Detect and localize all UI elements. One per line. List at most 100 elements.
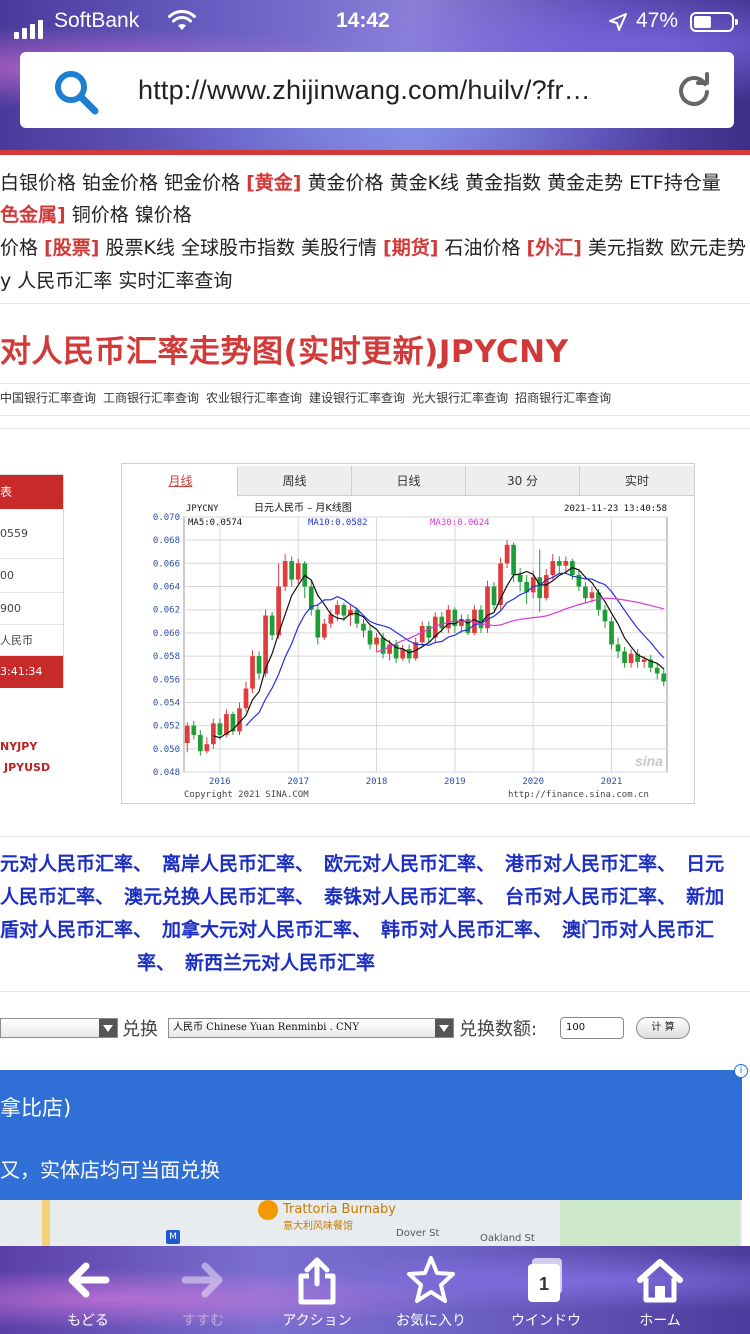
nav-link-text[interactable]: 石油价格 [438, 237, 526, 259]
nav-category-tag[interactable]: [期货] [383, 237, 438, 259]
cellular-signal-icon [14, 13, 46, 39]
amount-input[interactable]: 100 [560, 1017, 624, 1039]
candle-body [315, 609, 321, 638]
y-tick-label: 0.052 [153, 722, 180, 732]
candle-body [204, 744, 210, 752]
nav-line[interactable]: 白银价格 铂金价格 钯金价格 [黄金] 黄金价格 黄金K线 黄金指数 黄金走势 … [0, 168, 721, 198]
nav-link-text[interactable]: 白银价格 铂金价格 钯金价格 [0, 172, 246, 194]
nav-link-text[interactable]: 铜价格 镍价格 [66, 204, 192, 226]
currency-rate-link[interactable]: 率、 [137, 952, 175, 974]
currency-link-row[interactable]: 人民币汇率、 澳元兑换人民币汇率、 泰铢对人民币汇率、 台币对人民币汇率、 新加 [0, 881, 734, 914]
tab-realtime[interactable]: 实时 [580, 466, 694, 496]
bank-rate-link[interactable]: 招商银行汇率查询 [515, 391, 611, 405]
reload-icon[interactable] [676, 72, 712, 108]
back-button[interactable]: もどる [38, 1254, 138, 1332]
currency-rate-link[interactable]: 人民币汇率、 [0, 886, 114, 908]
currency-link-row[interactable]: 元对人民币汇率、 离岸人民币汇率、 欧元对人民币汇率、 港币对人民币汇率、 日元 [0, 848, 734, 881]
tab-30min[interactable]: 30 分 [466, 466, 580, 496]
address-bar[interactable]: http://www.zhijinwang.com/huilv/?fr… [20, 52, 734, 128]
nav-line[interactable]: 色金属] 铜价格 镍价格 [0, 200, 192, 230]
rate-table-cell: 0559 [0, 509, 63, 559]
rate-table-cell: 00 [0, 559, 63, 593]
rate-link[interactable]: NYJPY [0, 740, 37, 753]
chart-symbol: JPYCNY [186, 504, 219, 514]
bank-links[interactable]: 中国银行汇率查询 工商银行汇率查询 农业银行汇率查询 建设银行汇率查询 光大银行汇率查询… [0, 389, 618, 406]
x-tick-label: 2016 [209, 777, 231, 787]
forward-button[interactable]: すすむ [153, 1254, 253, 1332]
bank-rate-link[interactable]: 建设银行汇率查询 [309, 391, 405, 405]
ad-description[interactable]: 又，实体店均可当面兑换 [0, 1154, 220, 1183]
nav-link-text[interactable]: 价格 [0, 237, 44, 259]
battery-icon [690, 12, 738, 32]
candle-body [563, 561, 569, 566]
y-tick-label: 0.056 [153, 675, 180, 685]
nav-link-text[interactable]: 股票K线 全球股市指数 美股行情 [99, 237, 383, 259]
nav-link-text[interactable]: y 人民币汇率 实时汇率查询 [0, 270, 232, 292]
nav-link-text[interactable]: 黄金价格 黄金K线 黄金指数 黄金走势 ETF持仓量 [302, 172, 721, 194]
home-button[interactable]: ホーム [610, 1254, 710, 1332]
search-icon[interactable] [52, 68, 100, 116]
favorites-button[interactable]: お気に入り [381, 1254, 481, 1332]
currency-link-row[interactable]: 率、 新西兰元对人民币汇率 [137, 947, 385, 980]
calculate-button[interactable]: 计 算 [636, 1017, 690, 1039]
map-place-name: Trattoria Burnaby [283, 1202, 396, 1217]
nav-line[interactable]: 价格 [股票] 股票K线 全球股市指数 美股行情 [期货] 石油价格 [外汇] … [0, 233, 746, 263]
currency-rate-link[interactable]: 欧元对人民币汇率、 [324, 853, 495, 875]
rate-table-cell: 人民币 [0, 625, 63, 656]
currency-rate-link[interactable]: 澳门币对人民币汇 [562, 919, 714, 941]
bank-rate-link[interactable]: 中国银行汇率查询 [0, 391, 96, 405]
tab-daily[interactable]: 日线 [352, 466, 466, 496]
currency-rate-link[interactable]: 元对人民币汇率、 [0, 853, 152, 875]
candle-body [628, 653, 634, 664]
currency-rate-link[interactable]: 台币对人民币汇率、 [505, 886, 676, 908]
location-arrow-icon [608, 12, 628, 38]
candle-body [602, 609, 608, 622]
to-currency-select[interactable]: 人民币 Chinese Yuan Renminbi . CNY [168, 1018, 454, 1038]
from-currency-select[interactable] [0, 1018, 118, 1038]
nav-category-tag[interactable]: [外汇] [527, 237, 582, 259]
nav-category-tag[interactable]: [股票] [44, 237, 99, 259]
currency-rate-link[interactable]: 韩币对人民币汇率、 [381, 919, 552, 941]
candle-body [400, 649, 406, 659]
candle-body [367, 630, 373, 645]
currency-link-row[interactable]: 盾对人民币汇率、 加拿大元对人民币汇率、 韩币对人民币汇率、 澳门币对人民币汇 [0, 914, 724, 947]
currency-rate-link[interactable]: 新西兰元对人民币汇率 [185, 952, 375, 974]
window-button[interactable]: 1 ウインドウ [496, 1254, 596, 1332]
nav-line[interactable]: y 人民币汇率 实时汇率查询 [0, 266, 232, 296]
candle-body [543, 574, 549, 599]
clock: 14:42 [336, 9, 390, 32]
home-icon [637, 1259, 683, 1303]
exchange-label: 兑换 [122, 1019, 158, 1040]
candle-body [511, 544, 516, 575]
ma30-label: MA30:0.0624 [430, 518, 490, 528]
bank-rate-link[interactable]: 工商银行汇率查询 [103, 391, 199, 405]
currency-rate-link[interactable]: 澳元兑换人民币汇率、 [124, 886, 314, 908]
ma10-label: MA10:0.0582 [308, 518, 368, 528]
bank-rate-link[interactable]: 光大银行汇率查询 [412, 391, 508, 405]
currency-rate-link[interactable]: 日元 [686, 853, 724, 875]
arrow-right-icon [181, 1262, 223, 1298]
ad-banner[interactable]: 拿比店) 又，实体店均可当面兑换 i [0, 1064, 748, 1200]
nav-category-tag[interactable]: 色金属] [0, 204, 66, 226]
url-text[interactable]: http://www.zhijinwang.com/huilv/?fr… [138, 74, 591, 106]
ad-info-icon[interactable]: i [734, 1064, 748, 1078]
y-tick-label: 0.070 [153, 513, 180, 523]
divider [0, 428, 750, 429]
y-tick-label: 0.050 [153, 745, 180, 755]
currency-rate-link[interactable]: 离岸人民币汇率、 [162, 853, 314, 875]
ad-title[interactable]: 拿比店) [0, 1092, 71, 1122]
currency-rate-link[interactable]: 新加 [686, 886, 724, 908]
currency-rate-link[interactable]: 泰铢对人民币汇率、 [324, 886, 495, 908]
nav-link-text[interactable]: 美元指数 欧元走势 [582, 237, 746, 259]
tab-monthly[interactable]: 月线 [124, 466, 238, 497]
nav-category-tag[interactable]: [黄金] [246, 172, 301, 194]
currency-rate-link[interactable]: 港币对人民币汇率、 [505, 853, 676, 875]
currency-rate-link[interactable]: 盾对人民币汇率、 [0, 919, 152, 941]
action-button[interactable]: アクション [267, 1254, 367, 1332]
divider [0, 836, 750, 837]
rate-link[interactable]: JPYUSD [4, 761, 50, 774]
bank-rate-link[interactable]: 农业银行汇率查询 [206, 391, 302, 405]
currency-rate-link[interactable]: 加拿大元对人民币汇率、 [162, 919, 371, 941]
amount-label: 兑换数额: [459, 1019, 538, 1040]
tab-weekly[interactable]: 周线 [238, 466, 352, 496]
